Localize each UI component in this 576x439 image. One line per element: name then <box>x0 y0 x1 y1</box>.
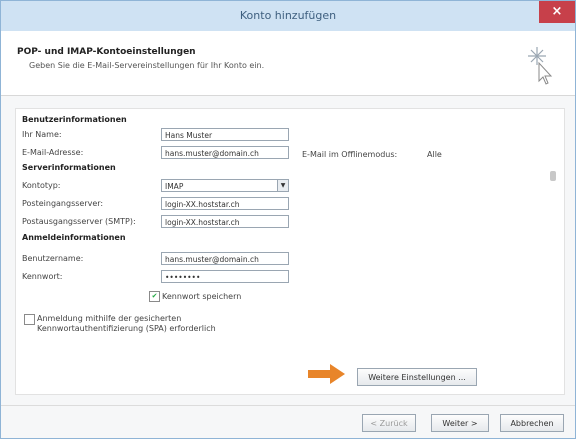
dialog-header: POP- und IMAP-Kontoeinstellungen Geben S… <box>1 31 575 96</box>
username-field[interactable]: hans.muster@domain.ch <box>161 252 289 265</box>
outgoing-server-label: Postausgangsserver (SMTP): <box>22 217 136 226</box>
section-login-info: Anmeldeinformationen <box>22 233 126 242</box>
back-button[interactable]: < Zurück <box>362 414 416 432</box>
name-label: Ihr Name: <box>22 130 62 139</box>
username-label: Benutzername: <box>22 254 84 263</box>
password-label: Kennwort: <box>22 272 63 281</box>
remember-password-label: Kennwort speichern <box>162 292 242 301</box>
remember-password-checkbox[interactable]: ✔ <box>149 291 160 302</box>
arrow-right-icon <box>308 364 345 384</box>
offline-value: Alle <box>427 150 442 159</box>
cancel-button[interactable]: Abbrechen <box>500 414 564 432</box>
header-title: POP- und IMAP-Kontoeinstellungen <box>17 47 196 57</box>
section-server-info: Serverinformationen <box>22 163 116 172</box>
name-field[interactable]: Hans Muster <box>161 128 289 141</box>
email-label: E-Mail-Adresse: <box>22 148 84 157</box>
email-field[interactable]: hans.muster@domain.ch <box>161 146 289 159</box>
close-button[interactable]: × <box>539 1 575 23</box>
cursor-sparkle-icon <box>528 47 553 85</box>
offline-label: E-Mail im Offlinemodus: <box>302 150 398 159</box>
account-type-label: Kontotyp: <box>22 181 61 190</box>
offline-slider-thumb[interactable] <box>550 171 556 181</box>
window-title: Konto hinzufügen <box>239 9 337 22</box>
settings-panel: Benutzerinformationen Ihr Name: Hans Mus… <box>15 108 565 395</box>
spa-label-line1: Anmeldung mithilfe der gesicherten <box>37 314 182 323</box>
dialog-window: Konto hinzufügen × POP- und IMAP-Kontoei… <box>0 0 576 439</box>
account-type-select[interactable]: IMAP ▼ <box>161 179 289 192</box>
section-user-info: Benutzerinformationen <box>22 115 127 124</box>
account-type-value: IMAP <box>165 182 184 191</box>
incoming-server-label: Posteingangsserver: <box>22 199 104 208</box>
footer-divider <box>1 405 575 406</box>
chevron-down-icon[interactable]: ▼ <box>277 180 288 191</box>
password-field[interactable]: •••••••• <box>161 270 289 283</box>
more-settings-button[interactable]: Weitere Einstellungen ... <box>357 368 477 386</box>
spa-checkbox[interactable] <box>24 314 35 325</box>
outgoing-server-field[interactable]: login-XX.hoststar.ch <box>161 215 289 228</box>
title-bar: Konto hinzufügen × <box>1 1 575 31</box>
header-subtitle: Geben Sie die E-Mail-Servereinstellungen… <box>29 61 265 70</box>
next-button[interactable]: Weiter > <box>431 414 489 432</box>
incoming-server-field[interactable]: login-XX.hoststar.ch <box>161 197 289 210</box>
spa-label-line2: Kennwortauthentifizierung (SPA) erforder… <box>37 324 216 333</box>
